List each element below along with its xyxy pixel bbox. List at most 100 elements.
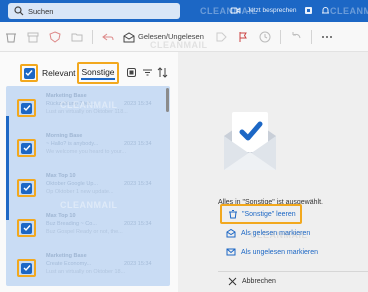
reply-icon [102,33,114,40]
undo-tool[interactable] [289,30,303,44]
trash-icon [6,33,16,42]
filter-messages-icon[interactable] [126,67,137,78]
subject: ~ Hallo? is anybody... [46,141,99,147]
delete-tool[interactable] [4,30,18,44]
mark-read-button[interactable]: Als gelesen markieren [226,228,310,238]
tab-relevant[interactable]: Relevant [42,68,76,78]
date: 2023 15:34 [124,181,152,187]
flag-icon [239,31,247,42]
cancel-label: Abbrechen [242,278,276,285]
title-bar: Suchen Jetzt besprechen [0,0,368,22]
close-icon [228,277,237,286]
subject: Oktober Google Up... [46,181,98,187]
preview: We welcome you heard to your... [46,149,126,155]
list-item[interactable]: Max Top 10 Oktober Google Up... 2023 15:… [6,168,166,208]
cancel-button[interactable]: Abbrechen [228,277,276,286]
row-checkbox[interactable] [17,259,36,277]
tab-other-label: Sonstige [81,67,115,80]
empty-other-button[interactable]: "Sonstige" leeren [220,204,302,224]
row-checkbox[interactable] [17,179,36,197]
checkbox-checked [21,222,32,234]
date: 2023 15:34 [124,141,152,147]
search-input[interactable]: Suchen [8,3,180,19]
checkmark-icon [23,225,31,232]
notifications-icon[interactable] [320,5,331,16]
select-all-checkbox[interactable] [20,64,38,82]
video-call-icon[interactable] [230,5,241,16]
mark-read-label: Als gelesen markieren [241,229,311,237]
sender: Morning Base [46,133,83,139]
sender: Max Top 10 [46,213,76,219]
clock-icon [259,31,271,42]
shield-icon [49,30,61,43]
list-item[interactable]: Marketing Base Create Economy... 2023 15… [6,248,166,288]
checkmark-icon [23,105,31,112]
more-icon [321,35,332,38]
search-placeholder: Suchen [28,6,54,16]
envelope-check-illustration [224,112,276,170]
checkbox-checked [21,142,32,154]
row-checkbox[interactable] [17,99,36,117]
checkmark-icon [25,70,33,77]
trash-icon [229,210,237,219]
snooze-tool[interactable] [258,30,272,44]
read-unread-label: Gelesen/Ungelesen [138,32,204,41]
folder-move-icon [71,33,83,41]
meet-now-button[interactable]: Jetzt besprechen [247,7,297,14]
tag-icon [216,32,227,41]
mark-unread-label: Als ungelesen markieren [241,248,319,256]
sort-icon[interactable] [157,67,168,78]
row-checkbox[interactable] [17,219,36,237]
sender: Max Top 10 [46,173,76,179]
sender: Marketing Base [46,93,87,99]
reading-pane: Alles in "Sonstige" ist ausgewählt. "Son… [178,52,368,292]
archive-tool[interactable] [26,30,40,44]
preview: Buz Gospel Ready or not, the... [46,229,123,235]
preview: Op Oktober 1 new update... [46,189,114,195]
checkbox-checked [23,67,35,79]
row-checkbox[interactable] [17,139,36,157]
toolbar-divider [310,29,312,44]
move-tool[interactable] [70,30,84,44]
list-item[interactable]: Max Top 10 Buz Breading ~ Co... 2023 15:… [6,208,166,248]
checkbox-checked [21,102,32,114]
envelope-open-icon [226,228,236,238]
scrollbar-thumb[interactable] [166,88,169,112]
toolbar-divider [279,29,281,44]
checkmark-icon [23,145,31,152]
report-tool[interactable] [48,30,62,44]
toolbar-divider [92,29,93,44]
checkbox-checked [21,262,32,274]
read-unread-button[interactable]: Gelesen/Ungelesen [123,31,204,43]
undo-icon [292,31,301,38]
preview: Lust an virtually on Oktober 118... [46,109,128,115]
teams-icon[interactable] [303,5,314,16]
sender: Marketing Base [46,253,87,259]
envelope-icon [226,248,236,256]
list-item[interactable]: Marketing Base Rückzahlung 7 jet... 2023… [6,88,166,128]
search-icon [14,6,24,16]
reply-tool[interactable] [101,30,115,44]
checkmark-icon [23,185,31,192]
list-item[interactable]: Morning Base ~ Hallo? is anybody... 2023… [6,128,166,168]
date: 2023 15:34 [124,101,152,107]
tag-tool[interactable] [214,30,228,44]
message-list-pane: Relevant Sonstige Marketing Base Rückzah… [0,52,178,292]
checkmark-icon [23,265,31,272]
divider [218,271,368,272]
date: 2023 15:34 [124,261,152,267]
message-list: Marketing Base Rückzahlung 7 jet... 2023… [6,86,170,286]
envelope-open-icon [123,31,135,42]
filter-icon[interactable] [142,67,153,78]
date: 2023 15:34 [124,221,152,227]
subject: Buz Breading ~ Co... [46,221,97,227]
archive-icon [27,32,39,42]
flag-tool[interactable] [236,30,250,44]
mark-unread-button[interactable]: Als ungelesen markieren [226,247,318,257]
checkbox-checked [21,182,32,194]
empty-other-label: "Sonstige" leeren [242,210,296,218]
tab-other[interactable]: Sonstige [77,62,119,84]
subject: Create Economy... [46,261,92,267]
subject: Rückzahlung 7 jet... [46,101,95,107]
more-options-tool[interactable] [320,30,334,44]
